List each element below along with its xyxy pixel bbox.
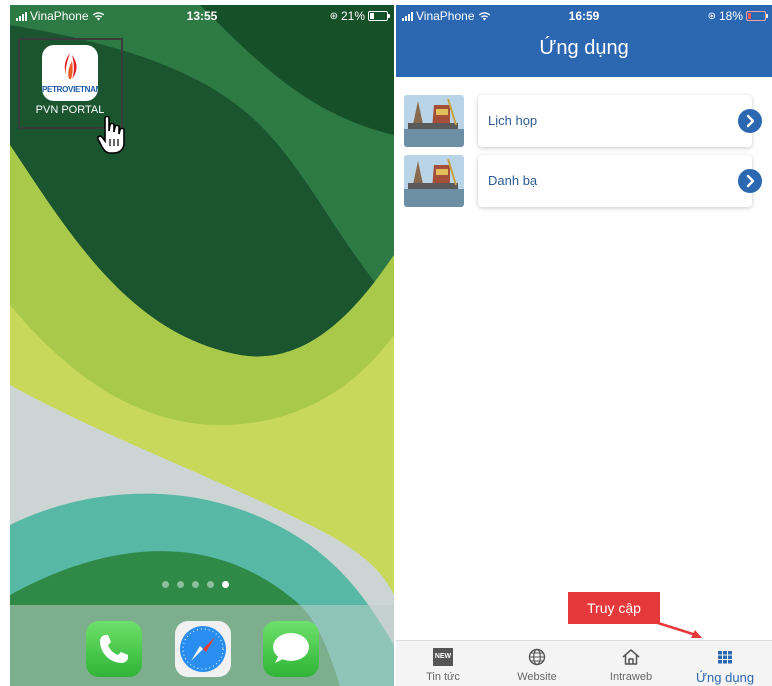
dock	[10, 605, 394, 686]
app-name: Danh bạ	[488, 173, 538, 188]
phone-app-icon[interactable]	[86, 621, 142, 677]
tab-label: Ứng dụng	[695, 670, 755, 685]
page-title: Ứng dụng	[539, 37, 629, 59]
hand-cursor-icon	[97, 115, 125, 154]
app-header: VinaPhone 16:59 ⊛ 18% Ứng dụng	[396, 5, 772, 77]
brand-text: PETROVIETNAM	[42, 85, 98, 94]
phone-icon	[100, 635, 128, 663]
orientation-lock-icon: ⊛	[329, 10, 338, 22]
grid-icon	[718, 651, 732, 664]
app-screen: VinaPhone 16:59 ⊛ 18% Ứng dụng Lịch họp …	[396, 5, 772, 686]
messages-app-icon[interactable]	[263, 621, 319, 677]
home-screen: VinaPhone 13:55 ⊛ 21% PETROVIETNAM PVN P…	[10, 5, 394, 686]
battery-icon	[368, 11, 390, 21]
page-dot	[207, 581, 214, 588]
tab-ung-dung[interactable]: Ứng dụng	[678, 641, 772, 686]
tab-intraweb[interactable]: Intraweb	[584, 641, 678, 686]
page-dot	[162, 581, 169, 588]
app-row-danh-ba[interactable]: Danh bạ	[404, 155, 766, 209]
app-thumbnail	[404, 155, 464, 207]
tab-bar: NEW Tin tức Website Intraweb Ứng dụng	[396, 640, 772, 686]
pvn-portal-app-icon[interactable]: PETROVIETNAM	[42, 45, 98, 101]
globe-icon	[528, 648, 546, 666]
app-card[interactable]: Lịch họp	[478, 95, 762, 147]
callout-label: Truy cập	[568, 592, 660, 624]
page-indicator[interactable]	[162, 581, 229, 588]
tab-label: Intraweb	[609, 671, 653, 683]
tab-label: Website	[517, 671, 557, 683]
message-bubble-icon	[273, 633, 309, 663]
compass-icon	[180, 626, 226, 672]
app-name: Lịch họp	[488, 113, 538, 128]
status-bar: VinaPhone 16:59 ⊛ 18%	[396, 5, 772, 27]
battery-charging-icon	[746, 11, 768, 21]
app-thumbnail	[404, 95, 464, 147]
page-dot-active	[222, 581, 229, 588]
page-dot	[177, 581, 184, 588]
tab-website[interactable]: Website	[490, 641, 584, 686]
tab-tin-tuc[interactable]: NEW Tin tức	[396, 641, 490, 686]
chevron-right-circle-icon[interactable]	[738, 109, 762, 133]
status-bar: VinaPhone 13:55 ⊛ 21%	[10, 5, 394, 27]
orientation-lock-icon: ⊛	[707, 10, 716, 22]
app-row-lich-hop[interactable]: Lịch họp	[404, 95, 766, 149]
oil-rig-thumbnail	[404, 95, 464, 147]
tab-label: Tin tức	[426, 671, 460, 683]
page-dot	[192, 581, 199, 588]
battery-percent: 18%	[718, 9, 743, 23]
safari-app-icon[interactable]	[175, 621, 231, 677]
news-icon: NEW	[433, 648, 453, 666]
chevron-right-circle-icon[interactable]	[738, 169, 762, 193]
oil-rig-thumbnail	[404, 155, 464, 207]
petrovietnam-flame-logo	[64, 53, 77, 79]
app-card[interactable]: Danh bạ	[478, 155, 762, 207]
battery-percent: 21%	[340, 9, 365, 23]
home-icon	[622, 649, 640, 665]
